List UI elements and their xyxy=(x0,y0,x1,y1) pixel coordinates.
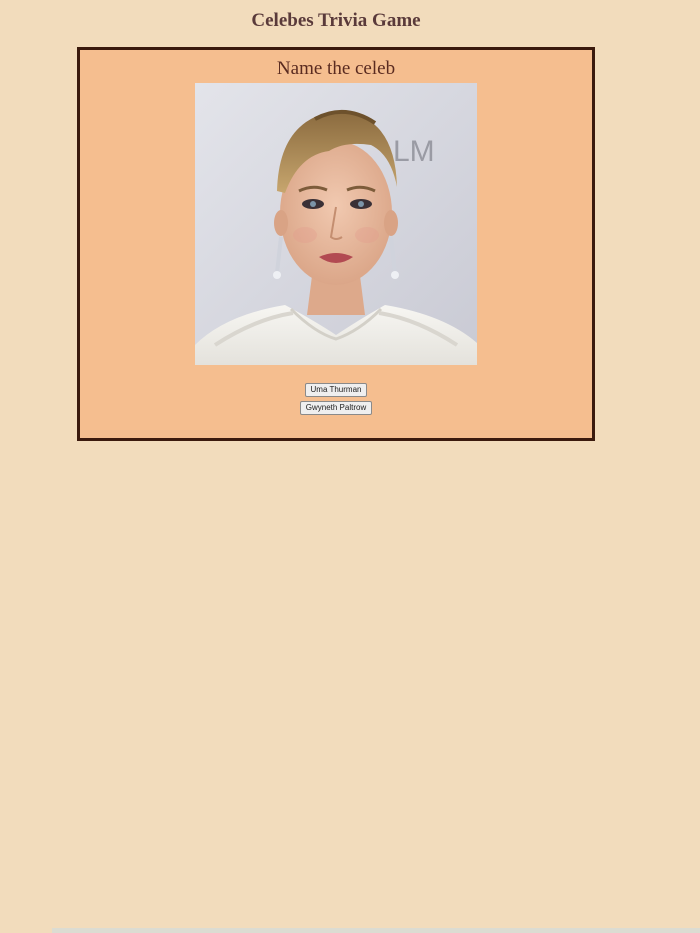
celebrity-photo: LM xyxy=(195,83,477,365)
celebrity-portrait-image: LM xyxy=(195,83,477,365)
answer-options: Uma Thurman Gwyneth Paltrow xyxy=(80,383,592,415)
backdrop-text: LM xyxy=(393,135,435,168)
answer-button-option-2[interactable]: Gwyneth Paltrow xyxy=(299,401,373,415)
trivia-card: Name the celeb LM Uma Thurman Gwyneth Pa… xyxy=(77,47,595,441)
answer-button-option-1[interactable]: Uma Thurman xyxy=(304,383,368,397)
page-title: Celebes Trivia Game xyxy=(251,10,421,31)
question-prompt: Name the celeb xyxy=(276,58,396,79)
bottom-edge-bar xyxy=(52,928,700,933)
